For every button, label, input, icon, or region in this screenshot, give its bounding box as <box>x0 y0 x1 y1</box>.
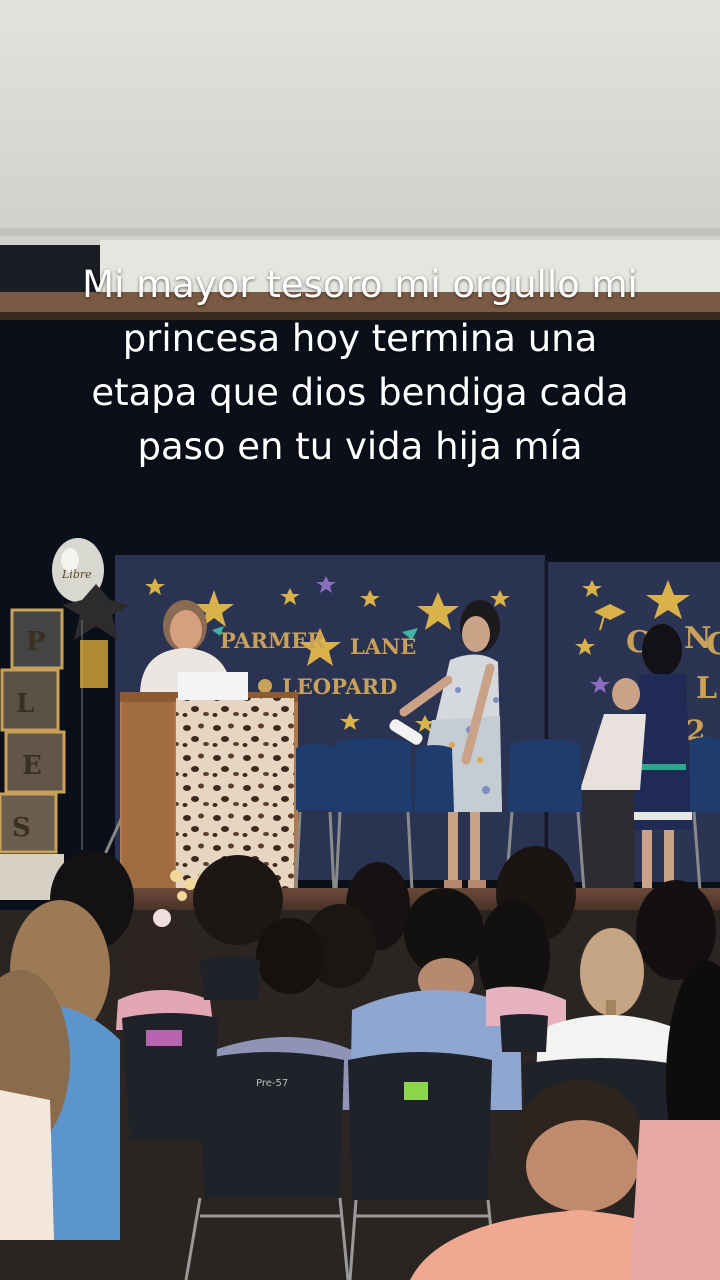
sign-word-2: LANE <box>350 634 416 659</box>
balloon-text: Libre <box>61 568 92 581</box>
sign-word-1: PARMER <box>220 628 325 653</box>
seat-tag: Pre-57 <box>256 1078 288 1089</box>
caption-line-1: Mi mayor tesoro mi orgullo mi <box>82 263 638 306</box>
graduation-scene: PARMER LANE LEOPARD C N G L 2 Libre P L … <box>0 0 720 1280</box>
box-letter-2: L <box>16 689 34 719</box>
box-letter-4: S <box>12 813 31 843</box>
caption-line-3: etapa que dios bendiga cada <box>91 371 629 414</box>
ceiling-wall <box>0 0 720 245</box>
photo-frame: PARMER LANE LEOPARD C N G L 2 Libre P L … <box>0 0 720 1280</box>
box-letter-3: E <box>22 751 42 781</box>
sign-word-3: LEOPARD <box>282 674 397 699</box>
caption-line-2: princesa hoy termina una <box>122 317 598 360</box>
right-panel-letter-3: G <box>706 627 720 662</box>
overlay-caption: Mi mayor tesoro mi orgullo mi princesa h… <box>30 258 690 474</box>
caption-line-4: paso en tu vida hija mía <box>137 425 583 468</box>
box-letter-1: P <box>26 627 46 657</box>
paw-icon <box>258 679 272 693</box>
right-panel-letter-4: L <box>696 671 717 706</box>
wall-trim <box>0 228 720 236</box>
